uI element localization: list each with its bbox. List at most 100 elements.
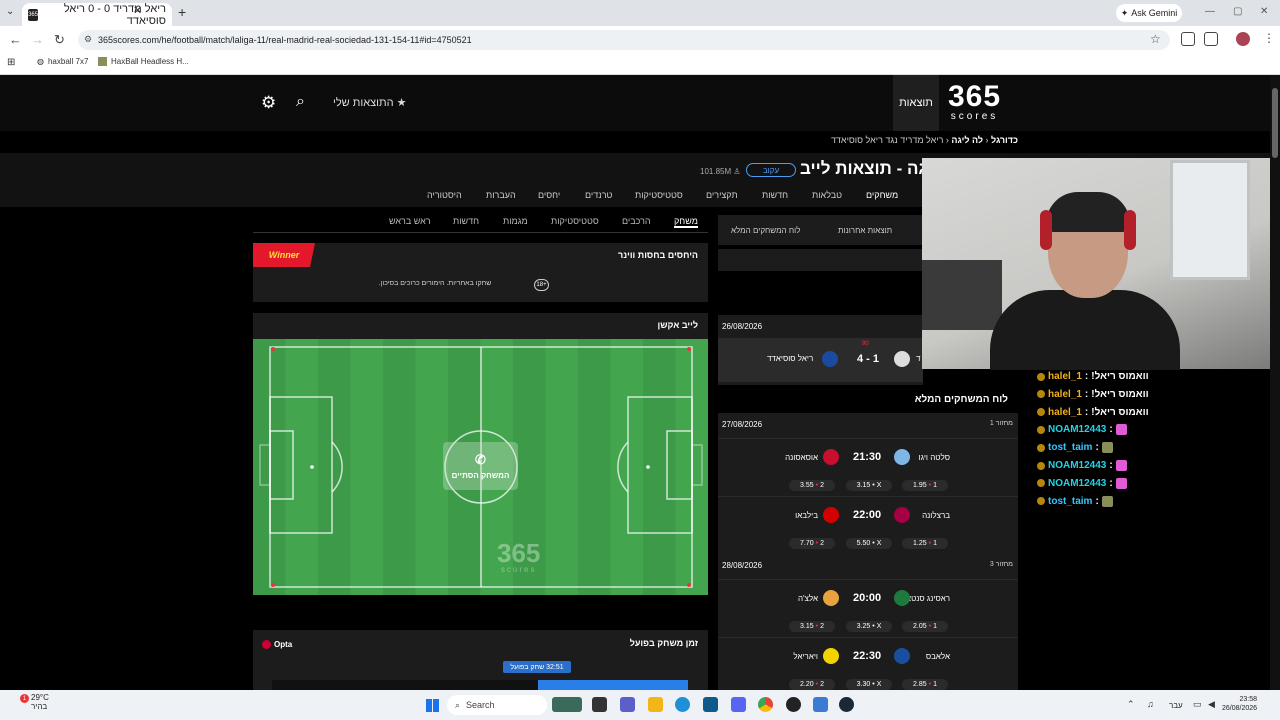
odds-pill-1[interactable]: 1.95 • 1 (902, 480, 948, 491)
task-view-icon[interactable] (592, 697, 607, 712)
tab-tables[interactable]: טבלאות (812, 190, 842, 200)
maximize-icon[interactable]: ▢ (1233, 6, 1242, 17)
match-tab-trends[interactable]: מגמות (503, 216, 528, 226)
odds-title: היחסים בחסות ווינר (618, 250, 698, 260)
nav-results[interactable]: תוצאות (893, 75, 939, 131)
breadcrumb-laliga[interactable]: לה ליגה (951, 135, 983, 145)
reload-icon[interactable]: ↻ (54, 32, 65, 48)
odds-pill-2[interactable]: 2.20 • 2 (789, 679, 835, 690)
match-tab-h2h[interactable]: ראש בראש (389, 216, 431, 226)
gear-icon[interactable]: ⚙ (261, 93, 276, 113)
kickoff-time: 21:30 (853, 451, 882, 463)
match-tab-stats[interactable]: סטטיסטיקות (551, 216, 599, 226)
site-logo[interactable]: 365 scores (948, 82, 1001, 122)
search-icon[interactable]: ⌕ (296, 93, 305, 111)
match-tab-lineups[interactable]: הרכבים (622, 216, 651, 226)
extension-icon[interactable] (1181, 32, 1195, 46)
tab-close-icon[interactable]: ✕ (133, 4, 142, 17)
odds-pill-x[interactable]: 3.25 • X (846, 621, 892, 632)
store-icon[interactable] (703, 697, 718, 712)
apps-grid-icon[interactable]: ⊞ (7, 57, 15, 68)
chat-username[interactable]: tost_taim (1048, 442, 1092, 453)
file-explorer-icon[interactable] (648, 697, 663, 712)
teams-icon[interactable] (620, 697, 635, 712)
breadcrumb-football[interactable]: כדורגל (991, 135, 1018, 145)
forward-icon[interactable]: → (31, 32, 44, 47)
app-icon[interactable] (786, 697, 801, 712)
match-tab-game[interactable]: משחק (674, 216, 698, 228)
haxball-icon (98, 57, 107, 66)
bookmark-haxball-headless[interactable]: HaxBall Headless H... (98, 57, 189, 66)
chat-username[interactable]: NOAM12443 (1048, 460, 1106, 471)
odds-pill-2[interactable]: 7.70 • 2 (789, 538, 835, 549)
tab-news[interactable]: חדשות (762, 190, 788, 200)
winner-logo[interactable]: Winner (253, 243, 315, 267)
edge-icon[interactable] (675, 697, 690, 712)
tab-history[interactable]: היסטוריה (427, 190, 462, 200)
tab-stats[interactable]: סטטיסטיקות (635, 190, 683, 200)
extensions-puzzle-icon[interactable] (1204, 32, 1218, 46)
tab-full-schedule[interactable]: לוח המשחקים המלא (731, 226, 800, 235)
chat-username[interactable]: halel_1 (1048, 389, 1082, 400)
profile-avatar[interactable] (1236, 32, 1250, 46)
odds-pill-1[interactable]: 1.25 • 1 (902, 538, 948, 549)
chat-username[interactable]: NOAM12443 (1048, 424, 1106, 435)
menu-kebab-icon[interactable]: ⋮ (1263, 31, 1275, 45)
bookmark-label: HaxBall Headless H... (111, 57, 189, 66)
microphone-icon[interactable]: ♫ (1147, 699, 1154, 709)
discord-icon[interactable] (731, 697, 746, 712)
follow-button[interactable]: עקוב (746, 163, 796, 177)
page-scrollbar[interactable] (1270, 75, 1280, 690)
odds-value: 3.30 (856, 681, 871, 688)
odds-outcome-label: X (876, 681, 882, 688)
day-date: 27/08/2026 (722, 420, 763, 429)
volume-icon[interactable]: ◀ (1208, 699, 1215, 710)
my-results-link[interactable]: התוצאות שלי ★ (333, 96, 407, 109)
match-tab-news[interactable]: חדשות (453, 216, 479, 226)
system-clock[interactable]: 23:58 26/08/2026 (1222, 695, 1257, 713)
steam-icon[interactable] (839, 697, 854, 712)
tab-trends[interactable]: טרנדים (585, 190, 612, 200)
widgets-icon[interactable] (552, 697, 582, 712)
odds-pill-1[interactable]: 2.85 • 1 (902, 679, 948, 690)
language-indicator[interactable]: עבר (1169, 701, 1183, 710)
chat-username[interactable]: halel_1 (1048, 371, 1082, 382)
address-bar[interactable]: 365scores.com/he/football/match/laliga-1… (78, 30, 1170, 50)
scroll-thumb[interactable] (1272, 88, 1278, 158)
chat-username[interactable]: halel_1 (1048, 407, 1082, 418)
odds-pill-x[interactable]: 3.15 • X (846, 480, 892, 491)
tab-games[interactable]: משחקים (866, 190, 898, 200)
chat-username[interactable]: tost_taim (1048, 496, 1092, 507)
tray-chevron-icon[interactable]: ⌃ (1127, 699, 1135, 710)
site-info-icon[interactable]: ⚙ (84, 34, 92, 45)
tab-recent-results[interactable]: תוצאות אחרונות (838, 226, 892, 235)
ask-gemini-button[interactable]: ✦ Ask Gemini (1116, 4, 1182, 22)
app-icon-2[interactable] (813, 697, 828, 712)
new-tab-button[interactable]: + (178, 4, 186, 20)
minimize-icon[interactable]: — (1205, 6, 1215, 17)
odds-pill-x[interactable]: 5.50 • X (846, 538, 892, 549)
window-close-icon[interactable]: ✕ (1260, 6, 1268, 17)
odds-trend-icon: • (928, 540, 932, 547)
chat-username[interactable]: NOAM12443 (1048, 478, 1106, 489)
bookmark-haxball[interactable]: ◍ haxball 7x7 (37, 57, 88, 66)
tab-highlights[interactable]: תקצירים (706, 190, 738, 200)
network-icon[interactable]: ▭ (1193, 699, 1202, 710)
odds-value: 5.50 (856, 540, 871, 547)
odds-pill-1[interactable]: 2.05 • 1 (902, 621, 948, 632)
tab-transfers[interactable]: העברות (486, 190, 516, 200)
back-icon[interactable]: ← (9, 32, 22, 47)
result-row[interactable] (718, 338, 923, 382)
odds-pill-x[interactable]: 3.30 • X (846, 679, 892, 690)
chat-badge-icon (1037, 390, 1045, 399)
bookmark-star-icon[interactable]: ☆ (1150, 32, 1161, 46)
chrome-icon[interactable] (758, 697, 773, 712)
taskbar-search[interactable]: ⌕ Search (447, 695, 547, 715)
live-action-title: לייב אקשן (657, 320, 698, 330)
odds-pill-2[interactable]: 3.55 • 2 (789, 480, 835, 491)
tab-odds[interactable]: יחסים (538, 190, 560, 200)
odds-pill-2[interactable]: 3.15 • 2 (789, 621, 835, 632)
browser-tab[interactable]: ריאל מדריד 0 - 0 ריאל סוסיאדד 365 (22, 3, 172, 27)
tab-search-icon[interactable]: ⌄ (6, 6, 14, 17)
windows-start-icon[interactable] (426, 699, 439, 712)
